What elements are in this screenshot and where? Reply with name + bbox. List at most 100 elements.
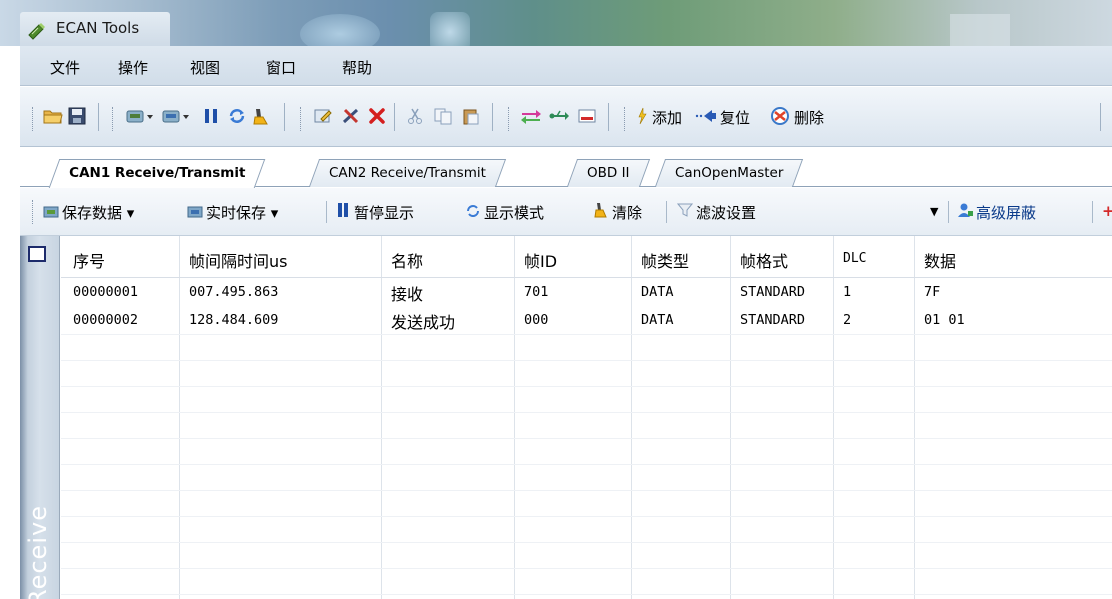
toolbar-grip[interactable]	[32, 200, 35, 224]
save-icon[interactable]	[66, 105, 88, 127]
cell-dlc: 2	[843, 312, 852, 328]
advanced-mask-label: 高级屏蔽	[976, 204, 1037, 222]
pause-icon[interactable]	[200, 105, 222, 127]
tab-can1[interactable]: CAN1 Receive/Transmit	[48, 159, 266, 188]
row-divider	[61, 386, 1112, 387]
column-divider	[514, 236, 515, 599]
clear-button[interactable]: 清除	[592, 202, 642, 223]
delete-x-icon[interactable]	[366, 105, 388, 127]
save-data-button[interactable]: 保存数据 ▾	[42, 202, 134, 223]
column-divider	[381, 236, 382, 599]
row-divider	[61, 334, 1112, 335]
save-data-label: 保存数据	[62, 204, 123, 222]
column-header[interactable]: DLC	[843, 251, 866, 266]
clear-brush-icon[interactable]	[250, 105, 272, 127]
receive-sidebar: Receive	[20, 236, 60, 599]
device-dropdown-icon[interactable]	[124, 105, 158, 127]
refresh-icon[interactable]	[226, 105, 248, 127]
add-button[interactable]: 添加	[652, 107, 682, 128]
row-divider	[61, 360, 1112, 361]
row-divider	[61, 490, 1112, 491]
toolbar-separator	[666, 201, 667, 223]
column-header[interactable]: 帧类型	[641, 248, 689, 272]
menu-help[interactable]: 帮助	[342, 57, 372, 78]
paste-icon[interactable]	[460, 105, 482, 127]
filter-settings-label: 滤波设置	[696, 204, 757, 222]
delete-button[interactable]: 删除	[794, 107, 824, 128]
display-mode-label: 显示模式	[484, 204, 545, 222]
column-header[interactable]: 帧间隔时间us	[189, 248, 287, 272]
tab-can2[interactable]: CAN2 Receive/Transmit	[308, 159, 507, 187]
tools-icon[interactable]	[340, 105, 362, 127]
display-mode-button[interactable]: 显示模式	[464, 202, 544, 223]
row-divider	[61, 594, 1112, 595]
column-header[interactable]: 帧ID	[524, 248, 557, 272]
menu-bar: 文件 操作 视图 窗口 帮助	[20, 46, 1112, 86]
copy-icon[interactable]	[432, 105, 454, 127]
toolbar-grip[interactable]	[508, 107, 511, 131]
usb-icon[interactable]	[548, 105, 570, 127]
tab-obd2[interactable]: OBD II	[566, 159, 650, 187]
frame-table[interactable]: 序号 帧间隔时间us 名称 帧ID 帧类型 帧格式 DLC 数据 0000000…	[61, 236, 1112, 599]
panel-toggle-icon[interactable]	[28, 246, 46, 262]
filter-settings-button[interactable]: 滤波设置	[676, 202, 756, 223]
dropdown-arrow-icon[interactable]: ▼	[930, 205, 938, 218]
toolbar-separator	[492, 103, 493, 131]
menu-operate[interactable]: 操作	[118, 57, 148, 78]
cell-interval: 128.484.609	[189, 312, 279, 328]
cell-data: 7F	[924, 284, 941, 300]
advanced-mask-button[interactable]: 高级屏蔽	[956, 202, 1036, 223]
title-bar[interactable]: ECAN Tools	[0, 0, 1112, 54]
title-bar-glass	[950, 14, 1010, 46]
toolbar-grip[interactable]	[32, 107, 35, 131]
window-title: ECAN Tools	[56, 19, 140, 37]
menu-view[interactable]: 视图	[190, 57, 220, 78]
cell-name: 发送成功	[391, 313, 456, 332]
pause-display-label: 暂停显示	[354, 204, 415, 222]
realtime-save-icon	[186, 204, 204, 222]
cell-frame-type: DATA	[641, 284, 674, 300]
receive-toolbar: 保存数据 ▾ 实时保存 ▾ 暂停显示 显示模式 清除 滤波设置 ▼ 高级屏蔽 +	[20, 188, 1112, 236]
delete-icon[interactable]	[768, 105, 792, 127]
column-header[interactable]: 数据	[924, 248, 956, 272]
cell-dlc: 1	[843, 284, 852, 300]
column-divider	[730, 236, 731, 599]
column-divider	[179, 236, 180, 599]
cell-frame-type: DATA	[641, 312, 674, 328]
column-divider	[833, 236, 834, 599]
overflow-icon[interactable]: +	[1102, 202, 1112, 220]
column-header[interactable]: 名称	[391, 248, 423, 272]
column-divider	[914, 236, 915, 599]
toolbar-separator	[98, 103, 99, 131]
reset-icon[interactable]	[694, 105, 718, 127]
channel-dropdown-icon[interactable]	[160, 105, 194, 127]
toolbar-grip[interactable]	[112, 107, 115, 131]
toolbar-grip[interactable]	[624, 107, 627, 131]
user-mask-icon	[956, 202, 974, 222]
cut-icon[interactable]	[404, 105, 426, 127]
row-divider	[61, 438, 1112, 439]
transfer-icon[interactable]	[520, 105, 542, 127]
row-divider	[61, 542, 1112, 543]
toolbar-separator	[1092, 201, 1093, 223]
toolbar-grip[interactable]	[300, 107, 303, 131]
tab-label: CAN2 Receive/Transmit	[329, 165, 486, 181]
open-folder-icon[interactable]	[42, 105, 64, 127]
row-divider	[61, 568, 1112, 569]
tab-strip: CAN1 Receive/Transmit CAN2 Receive/Trans…	[20, 147, 1112, 188]
row-divider	[61, 464, 1112, 465]
row-divider	[61, 412, 1112, 413]
realtime-save-button[interactable]: 实时保存 ▾	[186, 202, 278, 223]
menu-file[interactable]: 文件	[50, 57, 80, 78]
add-icon[interactable]	[634, 105, 650, 127]
reset-button[interactable]: 复位	[720, 107, 750, 128]
tab-canopenmaster[interactable]: CanOpenMaster	[654, 159, 804, 187]
window-icon[interactable]	[576, 105, 598, 127]
cell-frame-id: 000	[524, 312, 549, 328]
pause-display-button[interactable]: 暂停显示	[334, 202, 414, 223]
edit-icon[interactable]	[312, 105, 334, 127]
column-divider	[631, 236, 632, 599]
column-header[interactable]: 序号	[73, 248, 105, 272]
column-header[interactable]: 帧格式	[740, 248, 788, 272]
menu-window[interactable]: 窗口	[266, 57, 296, 78]
